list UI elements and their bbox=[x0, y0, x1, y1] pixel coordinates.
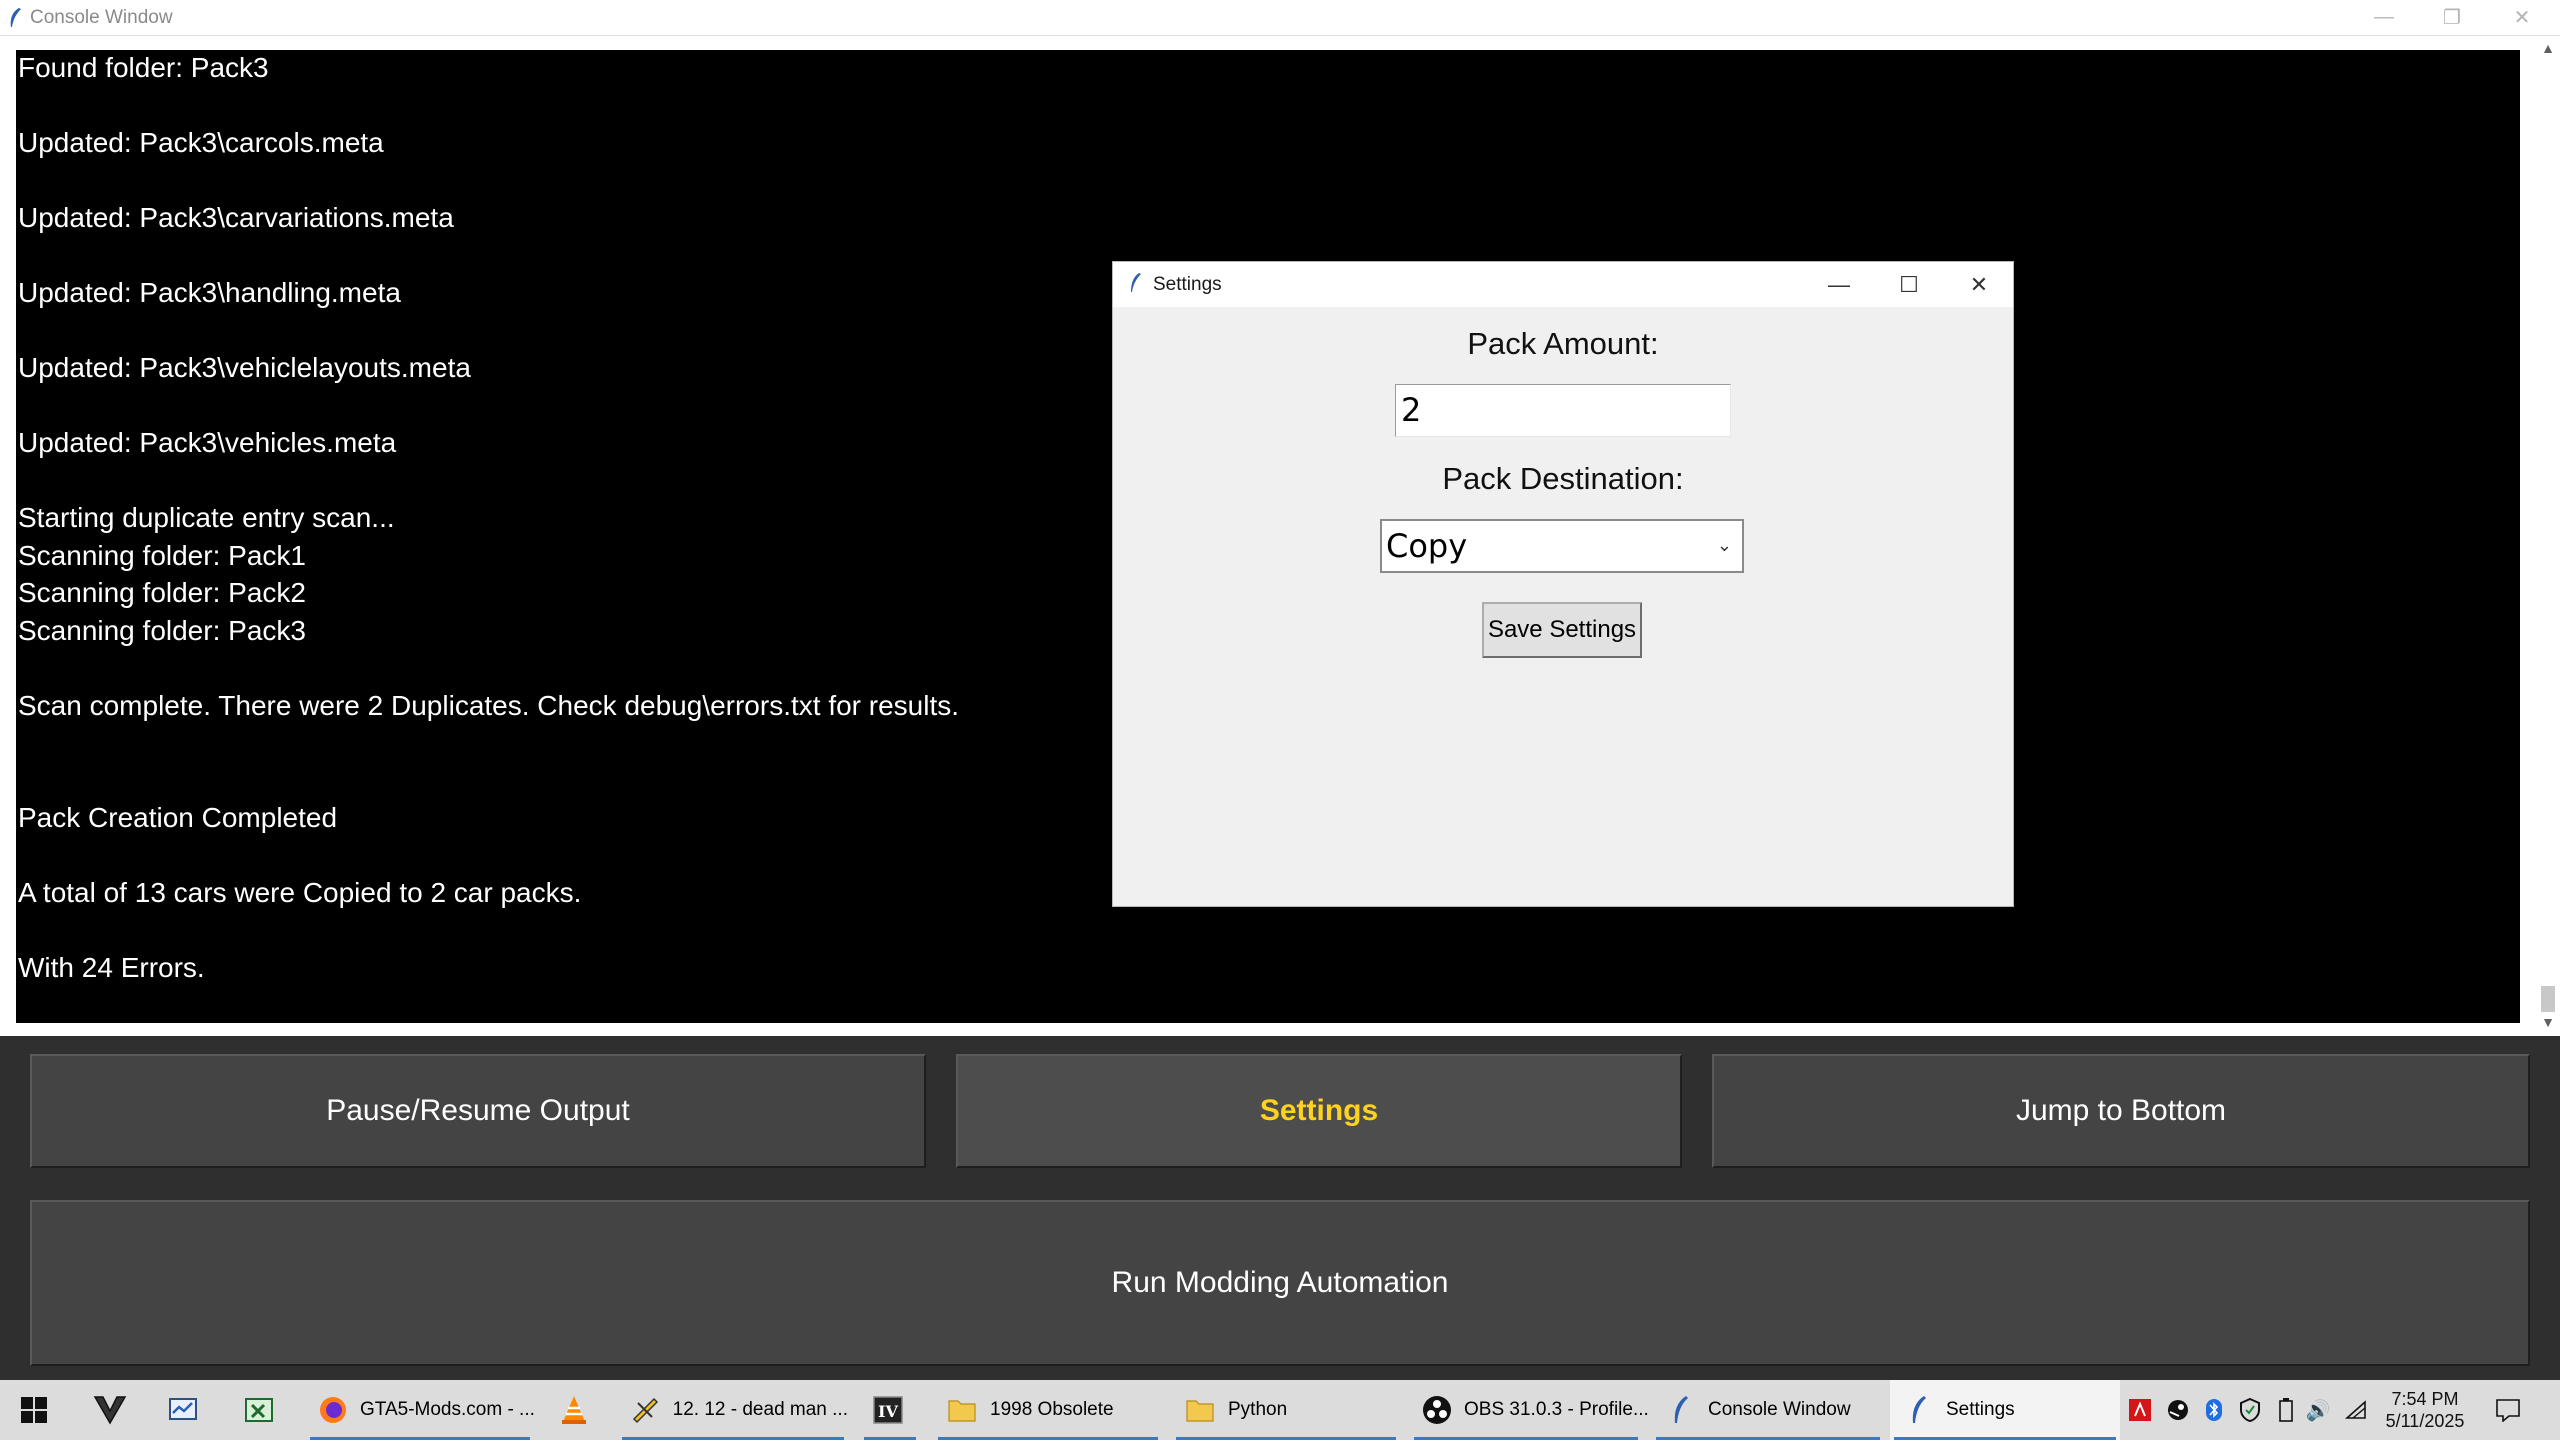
pack-destination-value: Copy bbox=[1386, 527, 1468, 565]
console-line: Updated: Pack3\carcols.meta bbox=[18, 127, 384, 158]
taskbar-clock[interactable]: 7:54 PM 5/11/2025 bbox=[2370, 1388, 2480, 1432]
restore-button[interactable]: ❐ bbox=[2420, 0, 2484, 34]
steam-tray-icon[interactable] bbox=[2164, 1394, 2192, 1426]
save-settings-button[interactable]: Save Settings bbox=[1482, 602, 1642, 658]
taskbar-item-folder-python[interactable]: Python bbox=[1172, 1380, 1400, 1440]
pack-amount-input[interactable]: 2 bbox=[1395, 384, 1731, 437]
taskbar-item-settings[interactable]: Settings bbox=[1890, 1380, 2120, 1440]
adobe-tray-icon[interactable] bbox=[2126, 1394, 2154, 1426]
dialog-minimize-button[interactable]: — bbox=[1804, 262, 1874, 307]
openiv-icon: IV bbox=[872, 1394, 904, 1426]
taskbar-item-label: OBS 31.0.3 - Profile... bbox=[1464, 1399, 1649, 1420]
bluetooth-icon[interactable] bbox=[2200, 1394, 2228, 1426]
console-line: Updated: Pack3\handling.meta bbox=[18, 277, 401, 308]
dialog-close-button[interactable]: ✕ bbox=[1944, 262, 2014, 307]
feather-app-icon bbox=[1664, 1394, 1696, 1426]
taskbar-item-vlc[interactable] bbox=[546, 1380, 606, 1440]
firefox-icon bbox=[318, 1394, 348, 1426]
taskbar-item-label: Console Window bbox=[1708, 1399, 1851, 1420]
console-line: Scanning folder: Pack2 bbox=[18, 577, 306, 608]
control-panel: Pause/Resume Output Settings Jump to Bot… bbox=[0, 1036, 2560, 1380]
excel-app-icon[interactable] bbox=[240, 1390, 280, 1430]
obs-icon bbox=[1422, 1394, 1452, 1426]
taskbar-item-music-player[interactable]: 12. 12 - dead man ... bbox=[618, 1380, 848, 1440]
taskbar-item-label: Python bbox=[1228, 1399, 1288, 1420]
console-line: Starting duplicate entry scan... bbox=[18, 502, 395, 533]
taskbar-item-label: GTA5-Mods.com - ... bbox=[360, 1399, 535, 1420]
taskbar-item-firefox[interactable]: GTA5-Mods.com - ... bbox=[306, 1380, 535, 1440]
taskbar-item-folder-1998[interactable]: 1998 Obsolete bbox=[934, 1380, 1162, 1440]
console-scrollbar[interactable]: ▲ ▼ bbox=[2536, 36, 2560, 1036]
dialog-maximize-button[interactable]: ☐ bbox=[1874, 262, 1944, 307]
window-title: Console Window bbox=[30, 7, 173, 28]
security-shield-icon[interactable] bbox=[2236, 1394, 2264, 1426]
feather-app-icon bbox=[10, 8, 21, 27]
screen: Console Window — ❐ ✕ Found folder: Pack3… bbox=[0, 0, 2560, 1440]
console-line: Updated: Pack3\vehicles.meta bbox=[18, 427, 397, 458]
windows-start-icon[interactable] bbox=[14, 1390, 54, 1430]
settings-dialog: Settings — ☐ ✕ Pack Amount: 2 Pack Desti… bbox=[1112, 261, 2014, 907]
svg-text:IV: IV bbox=[878, 1402, 898, 1421]
notifications-icon[interactable] bbox=[2494, 1394, 2522, 1426]
console-line: Scan complete. There were 2 Duplicates. … bbox=[18, 689, 960, 721]
taskbar-item-obs[interactable]: OBS 31.0.3 - Profile... bbox=[1410, 1380, 1649, 1440]
console-line: Scanning folder: Pack3 bbox=[18, 614, 306, 646]
settings-button[interactable]: Settings bbox=[956, 1054, 1682, 1168]
console-line: Scanning folder: Pack1 bbox=[18, 539, 306, 571]
taskbar-item-label: Settings bbox=[1946, 1399, 2015, 1420]
speaker-icon[interactable]: 🔊 bbox=[2304, 1394, 2332, 1426]
feather-app-icon bbox=[1131, 273, 1141, 292]
console-line: Updated: Pack3\vehiclelayouts.meta bbox=[18, 352, 471, 383]
settings-dialog-titlebar[interactable]: Settings — ☐ ✕ bbox=[1113, 262, 2013, 307]
pack-destination-label: Pack Destination: bbox=[1442, 461, 1684, 496]
console-line: Pack Creation Completed bbox=[18, 802, 338, 833]
minimize-button[interactable]: — bbox=[2352, 0, 2416, 34]
console-line: Updated: Pack3\carvariations.meta bbox=[18, 202, 454, 233]
taskbar-item-label: 1998 Obsolete bbox=[990, 1399, 1114, 1420]
vlc-cone-icon bbox=[558, 1394, 590, 1426]
folder-icon bbox=[946, 1394, 978, 1426]
scroll-up-arrow-icon[interactable]: ▲ bbox=[2540, 40, 2556, 56]
pack-destination-select[interactable]: Copy ⌄ bbox=[1380, 519, 1744, 573]
console-line: A total of 13 cars were Copied to 2 car … bbox=[18, 877, 582, 908]
feather-app-icon bbox=[1902, 1394, 1934, 1426]
console-line: With 24 Errors. bbox=[18, 952, 205, 983]
folder-icon bbox=[1184, 1394, 1216, 1426]
clock-time: 7:54 PM bbox=[2391, 1389, 2459, 1409]
run-modding-automation-button[interactable]: Run Modding Automation bbox=[30, 1200, 2530, 1366]
clock-date: 5/11/2025 bbox=[2385, 1411, 2465, 1431]
vortex-app-icon[interactable] bbox=[90, 1390, 130, 1430]
battery-icon[interactable] bbox=[2272, 1394, 2300, 1426]
pause-resume-button[interactable]: Pause/Resume Output bbox=[30, 1054, 926, 1168]
close-button[interactable]: ✕ bbox=[2490, 0, 2554, 34]
taskbar-item-console-window[interactable]: Console Window bbox=[1652, 1380, 1884, 1440]
task-manager-icon[interactable] bbox=[164, 1390, 204, 1430]
taskbar-item-label: 12. 12 - dead man ... bbox=[672, 1399, 848, 1420]
chevron-down-icon[interactable]: ⌄ bbox=[1717, 521, 1732, 571]
jump-to-bottom-button[interactable]: Jump to Bottom bbox=[1712, 1054, 2530, 1168]
taskbar: GTA5-Mods.com - ... 12. 12 - dead man ..… bbox=[0, 1380, 2560, 1440]
scrollbar-thumb[interactable] bbox=[2541, 986, 2555, 1012]
music-player-icon bbox=[630, 1394, 661, 1426]
taskbar-item-openiv[interactable]: IV bbox=[860, 1380, 920, 1440]
wifi-icon[interactable] bbox=[2342, 1394, 2370, 1426]
pack-amount-label: Pack Amount: bbox=[1467, 326, 1659, 361]
console-line: Found folder: Pack3 bbox=[18, 52, 269, 83]
window-titlebar[interactable]: Console Window — ❐ ✕ bbox=[0, 0, 2560, 36]
settings-dialog-title: Settings bbox=[1153, 274, 1222, 295]
scroll-down-arrow-icon[interactable]: ▼ bbox=[2540, 1014, 2556, 1030]
